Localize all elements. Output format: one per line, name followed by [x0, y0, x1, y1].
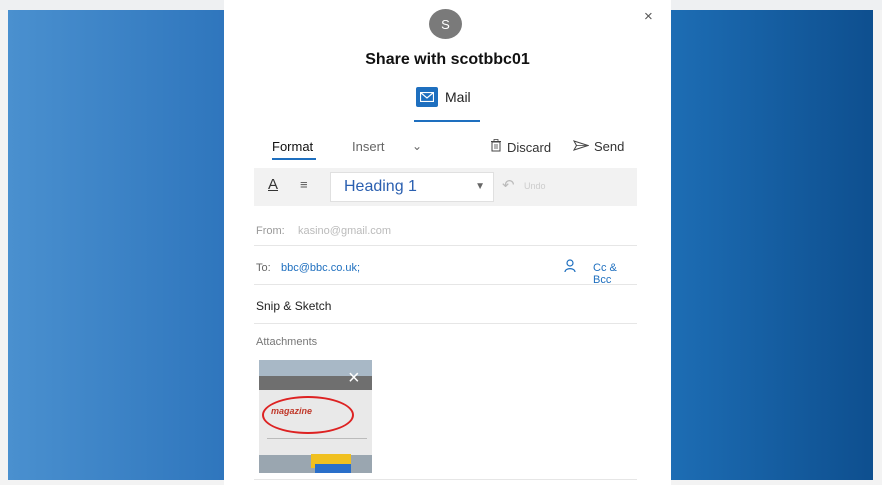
- subject-field[interactable]: Snip & Sketch: [254, 289, 637, 324]
- from-label: From:: [256, 225, 285, 237]
- undo-label: Undo: [524, 181, 546, 191]
- background-left: [8, 10, 224, 480]
- send-icon: [572, 139, 590, 154]
- mail-app-target[interactable]: Mail: [416, 87, 471, 107]
- style-dropdown[interactable]: Heading 1 ▼: [330, 172, 494, 202]
- cc-bcc-button[interactable]: Cc & Bcc: [593, 262, 637, 286]
- discard-button[interactable]: Discard: [490, 139, 551, 155]
- mail-icon: [416, 87, 438, 107]
- background-right: [671, 10, 873, 480]
- undo-icon[interactable]: ↶: [502, 176, 515, 194]
- mail-app-label: Mail: [445, 89, 471, 105]
- tab-format-underline: [272, 158, 316, 160]
- remove-attachment-icon[interactable]: ×: [348, 368, 360, 388]
- attachments-label: Attachments: [256, 336, 318, 348]
- avatar: S: [429, 9, 462, 39]
- format-toolbar: A ≡ Heading 1 ▼ ↶ Undo: [254, 168, 637, 206]
- style-value: Heading 1: [344, 178, 417, 195]
- to-label: To:: [256, 262, 271, 274]
- thumb-logo: magazine: [271, 406, 313, 416]
- chevron-down-icon: ▼: [475, 181, 485, 192]
- send-button[interactable]: Send: [572, 139, 625, 154]
- to-field[interactable]: To: bbc@bbc.co.uk; Cc & Bcc: [254, 250, 637, 286]
- divider: [254, 479, 637, 480]
- tab-insert[interactable]: Insert: [352, 139, 385, 154]
- font-color-icon[interactable]: A: [268, 176, 278, 193]
- share-panel: × S Share with scotbbc01 Mail Format Ins…: [224, 0, 671, 485]
- mail-app-underline: [414, 120, 480, 122]
- trash-icon: [490, 139, 502, 155]
- to-recipient[interactable]: bbc@bbc.co.uk;: [281, 262, 360, 274]
- paragraph-icon[interactable]: ≡: [300, 177, 308, 192]
- chevron-down-icon[interactable]: ⌄: [412, 139, 422, 153]
- from-field[interactable]: From: kasino@gmail.com: [254, 215, 637, 246]
- subject-value: Snip & Sketch: [256, 299, 332, 313]
- send-label: Send: [594, 139, 625, 154]
- discard-label: Discard: [507, 139, 552, 155]
- attachment-thumbnail[interactable]: magazine ×: [259, 360, 372, 473]
- close-icon[interactable]: ×: [644, 8, 653, 25]
- share-title: Share with scotbbc01: [365, 51, 530, 68]
- tab-format[interactable]: Format: [272, 139, 313, 154]
- person-icon[interactable]: [564, 259, 576, 278]
- thumb-blue-box: [315, 464, 351, 473]
- from-value: kasino@gmail.com: [298, 225, 392, 237]
